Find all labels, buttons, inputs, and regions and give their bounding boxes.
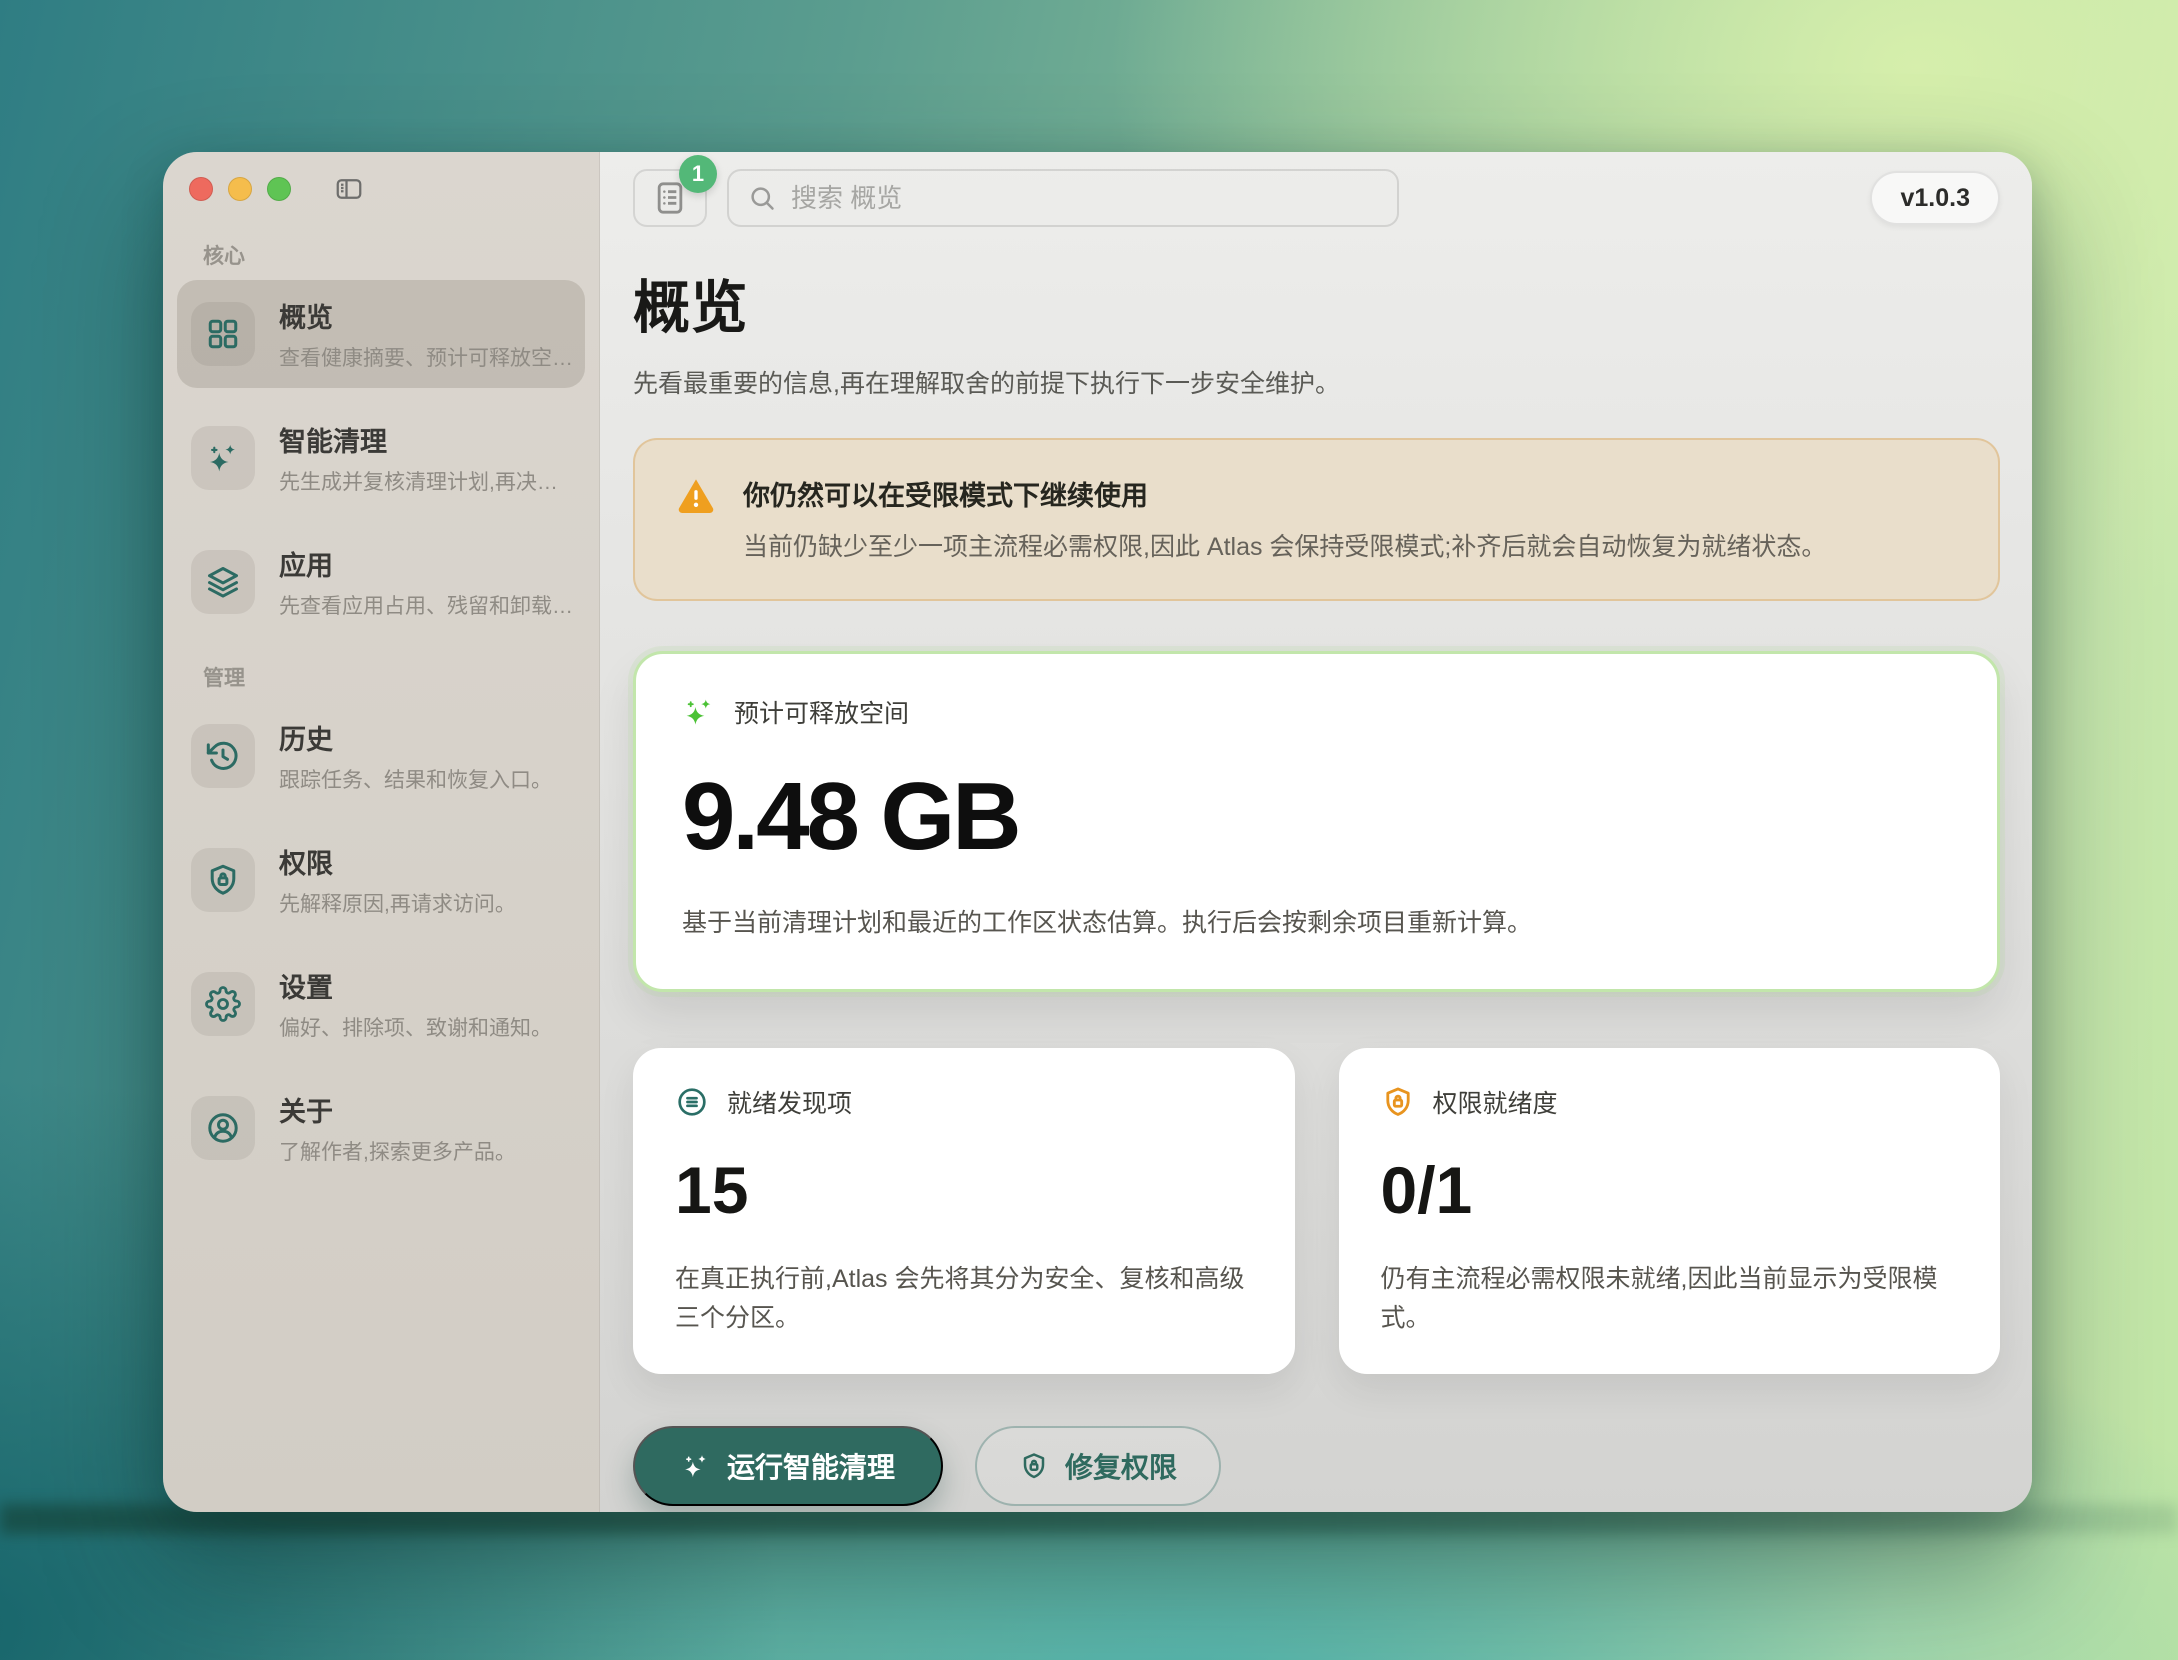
- run-smart-clean-button[interactable]: 运行智能清理: [633, 1426, 943, 1506]
- sidebar-toggle-icon[interactable]: [331, 174, 367, 204]
- list-circle-icon: [675, 1085, 709, 1119]
- space-value: 9.48 GB: [682, 762, 1951, 872]
- layers-icon: [191, 550, 255, 614]
- search-field[interactable]: [727, 169, 1399, 227]
- findings-card-desc: 在真正执行前,Atlas 会先将其分为安全、复核和高级三个分区。: [675, 1260, 1253, 1338]
- action-row: 运行智能清理 修复权限: [633, 1426, 2000, 1506]
- search-input[interactable]: [791, 183, 1379, 214]
- permission-card: 权限就绪度 0/1 仍有主流程必需权限未就绪,因此当前显示为受限模式。: [1339, 1048, 2001, 1374]
- findings-value: 15: [675, 1152, 1253, 1228]
- sidebar-item-subtitle: 先解释原因,再请求访问。: [279, 888, 516, 918]
- space-card-desc: 基于当前清理计划和最近的工作区状态估算。执行后会按剩余项目重新计算。: [682, 904, 1951, 943]
- sidebar-item-history[interactable]: 历史 跟踪任务、结果和恢复入口。: [177, 702, 585, 810]
- warning-icon: [675, 474, 717, 516]
- sidebar-item-settings[interactable]: 设置 偏好、排除项、致谢和通知。: [177, 950, 585, 1058]
- shield-lock-icon: [191, 848, 255, 912]
- page-subtitle: 先看最重要的信息,再在理解取舍的前提下执行下一步安全维护。: [633, 364, 2000, 400]
- page-title: 概览: [633, 262, 2000, 344]
- space-card-label: 预计可释放空间: [734, 694, 909, 730]
- banner-title: 你仍然可以在受限模式下继续使用: [743, 474, 1826, 513]
- sidebar-section-core: 核心: [203, 240, 589, 270]
- sidebar-item-subtitle: 偏好、排除项、致谢和通知。: [279, 1012, 552, 1042]
- sidebar-item-subtitle: 先生成并复核清理计划,再决…: [279, 466, 558, 496]
- sidebar-item-overview[interactable]: 概览 查看健康摘要、预计可释放空…: [177, 280, 585, 388]
- sidebar-item-smart-clean[interactable]: 智能清理 先生成并复核清理计划,再决…: [177, 404, 585, 512]
- fix-permissions-label: 修复权限: [1065, 1446, 1177, 1486]
- tasks-button[interactable]: 1: [633, 169, 707, 227]
- gear-icon: [191, 972, 255, 1036]
- sidebar-item-subtitle: 先查看应用占用、残留和卸载…: [279, 590, 571, 620]
- sidebar-item-about[interactable]: 关于 了解作者,探索更多产品。: [177, 1074, 585, 1182]
- shield-lock-icon: [1019, 1451, 1049, 1481]
- findings-card: 就绪发现项 15 在真正执行前,Atlas 会先将其分为安全、复核和高级三个分区…: [633, 1048, 1295, 1374]
- banner-body: 当前仍缺少至少一项主流程必需权限,因此 Atlas 会保持受限模式;补齐后就会自…: [743, 529, 1826, 565]
- sparkle-icon: [682, 695, 716, 729]
- permission-card-label: 权限就绪度: [1433, 1084, 1558, 1120]
- sidebar-section-manage: 管理: [203, 662, 589, 692]
- zoom-button[interactable]: [267, 177, 291, 201]
- limited-mode-banner: 你仍然可以在受限模式下继续使用 当前仍缺少至少一项主流程必需权限,因此 Atla…: [633, 438, 2000, 601]
- minimize-button[interactable]: [228, 177, 252, 201]
- sidebar-item-title: 概览: [279, 296, 571, 335]
- sidebar-item-permissions[interactable]: 权限 先解释原因,再请求访问。: [177, 826, 585, 934]
- run-smart-clean-label: 运行智能清理: [727, 1446, 895, 1486]
- traffic-lights: [189, 177, 291, 201]
- sidebar-item-title: 设置: [279, 966, 552, 1005]
- reclaimable-space-card: 预计可释放空间 9.48 GB 基于当前清理计划和最近的工作区状态估算。执行后会…: [633, 651, 2000, 992]
- findings-card-label: 就绪发现项: [727, 1084, 852, 1120]
- history-icon: [191, 724, 255, 788]
- topbar: 1 v1.0.3: [633, 168, 2000, 228]
- sidebar-item-title: 应用: [279, 544, 571, 583]
- sidebar: 核心 概览 查看健康摘要、预计可释放空…: [163, 152, 600, 1512]
- sidebar-item-subtitle: 了解作者,探索更多产品。: [279, 1136, 516, 1166]
- main-content: 1 v1.0.3 概览 先看最重要的信息,再在理解取舍的前提下执行下一步安全维护…: [600, 152, 2032, 1512]
- search-icon: [747, 183, 777, 213]
- version-badge: v1.0.3: [1870, 171, 2000, 225]
- sidebar-item-subtitle: 查看健康摘要、预计可释放空…: [279, 342, 571, 372]
- shield-lock-orange-icon: [1381, 1085, 1415, 1119]
- permission-value: 0/1: [1381, 1152, 1959, 1228]
- sidebar-item-title: 权限: [279, 842, 516, 881]
- notification-badge: 1: [679, 155, 717, 193]
- grid-icon: [191, 302, 255, 366]
- sparkles-icon: [191, 426, 255, 490]
- sidebar-item-title: 智能清理: [279, 420, 558, 459]
- app-window: 核心 概览 查看健康摘要、预计可释放空…: [163, 152, 2032, 1512]
- sparkle-icon: [681, 1451, 711, 1481]
- fix-permissions-button[interactable]: 修复权限: [975, 1426, 1221, 1506]
- close-button[interactable]: [189, 177, 213, 201]
- sidebar-item-title: 关于: [279, 1090, 516, 1129]
- sidebar-item-subtitle: 跟踪任务、结果和恢复入口。: [279, 764, 552, 794]
- sidebar-item-title: 历史: [279, 718, 552, 757]
- person-icon: [191, 1096, 255, 1160]
- sidebar-item-apps[interactable]: 应用 先查看应用占用、残留和卸载…: [177, 528, 585, 636]
- permission-card-desc: 仍有主流程必需权限未就绪,因此当前显示为受限模式。: [1381, 1260, 1959, 1338]
